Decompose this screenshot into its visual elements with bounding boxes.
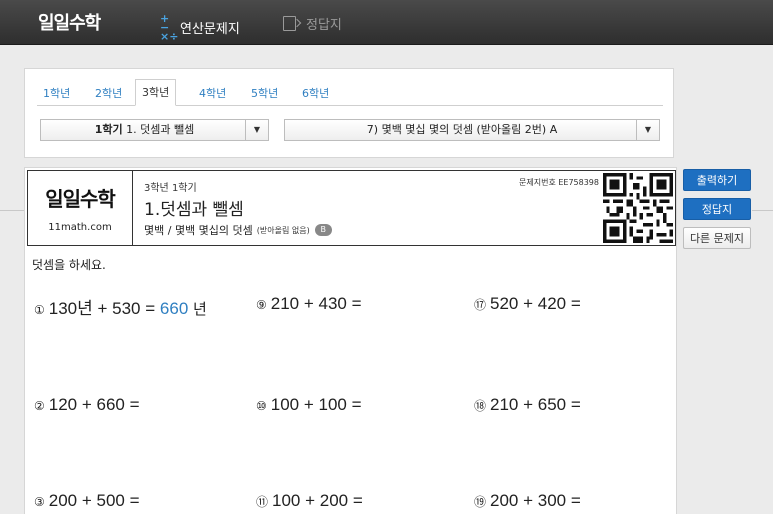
unit-select[interactable]: 1학기 1. 덧셈과 뺄셈 ▼: [40, 119, 269, 141]
grade-subtitle: 3학년 1학기: [144, 183, 197, 194]
nav-problems-label: 연산문제지: [180, 22, 240, 37]
instruction-text: 덧셈을 하세요.: [32, 258, 106, 272]
level-badge: B: [314, 224, 332, 236]
plus-minus-times-divide-icon: +− ×÷: [160, 12, 179, 43]
grade-tabs: 1학년 2학년 3학년 4학년 5학년 6학년: [37, 75, 663, 106]
tab-grade-4[interactable]: 4학년: [193, 82, 232, 106]
top-nav-bar: 일일수학 +− ×÷ 연산문제지 정답지: [0, 0, 773, 45]
problem-1-answer: 660: [159, 299, 189, 318]
topic-select-value: 7) 몇백 몇십 몇의 덧셈 (받아올림 2번) A: [366, 123, 558, 136]
unit-select-value: 1학기 1. 덧셈과 뺄셈: [94, 123, 195, 136]
chevron-down-icon: ▼: [636, 120, 659, 140]
nav-answers-link[interactable]: 정답지: [283, 14, 342, 33]
tab-grade-5[interactable]: 5학년: [245, 82, 284, 106]
problem-9: ⑨ 210 + 430 =: [256, 294, 362, 313]
print-button[interactable]: 출력하기: [683, 169, 751, 191]
problem-3: ③ 200 + 500 =: [34, 491, 140, 510]
problem-11: ⑪ 100 + 200 =: [256, 491, 363, 510]
tab-grade-1[interactable]: 1학년: [37, 82, 76, 106]
chevron-down-icon: ▼: [245, 120, 268, 140]
problem-2: ② 120 + 660 =: [34, 395, 140, 414]
tab-grade-6[interactable]: 6학년: [296, 82, 335, 106]
nav-answers-label: 정답지: [306, 18, 342, 33]
problem-17: ⑰ 520 + 420 =: [474, 294, 581, 313]
document-arrow-icon: [283, 16, 296, 31]
brand-logo: 일일수학: [45, 187, 116, 211]
tab-grade-3[interactable]: 3학년: [135, 79, 177, 106]
unit-detail: 몇백 / 몇백 몇십의 덧셈 (받아올림 없음) B: [144, 222, 332, 238]
answer-sheet-button[interactable]: 정답지: [683, 198, 751, 220]
worksheet: 일일수학 11math.com 3학년 1학기 1.덧셈과 뺄셈 몇백 / 몇백…: [24, 167, 677, 514]
brand-url: 11math.com: [48, 222, 112, 233]
unit-title: 1.덧셈과 뺄셈: [144, 200, 244, 220]
worksheet-header: 일일수학 11math.com 3학년 1학기 1.덧셈과 뺄셈 몇백 / 몇백…: [27, 170, 676, 246]
problem-10: ⑩ 100 + 100 =: [256, 395, 362, 414]
brand-box: 일일수학 11math.com: [28, 171, 133, 245]
sheet-number: 문제지번호 EE758398: [519, 178, 599, 187]
divider-right: [752, 210, 773, 211]
other-sheet-button[interactable]: 다른 문제지: [683, 227, 751, 249]
unit-note: (받아올림 없음): [256, 225, 310, 235]
divider-left: [0, 210, 24, 211]
nav-problems-link[interactable]: +− ×÷ 연산문제지: [160, 12, 240, 43]
problem-19: ⑲ 200 + 300 =: [474, 491, 581, 510]
topic-select[interactable]: 7) 몇백 몇십 몇의 덧셈 (받아올림 2번) A ▼: [284, 119, 660, 141]
qr-code-icon: [603, 173, 673, 243]
tab-grade-2[interactable]: 2학년: [89, 82, 128, 106]
unit-detail-text: 몇백 / 몇백 몇십의 덧셈: [144, 224, 253, 237]
problem-1: ① 130년 + 530 = 660 년: [34, 299, 207, 318]
problem-18: ⑱ 210 + 650 =: [474, 395, 581, 414]
selector-card: 1학년 2학년 3학년 4학년 5학년 6학년 1학기 1. 덧셈과 뺄셈 ▼ …: [24, 68, 674, 158]
site-logo[interactable]: 일일수학: [38, 9, 101, 35]
